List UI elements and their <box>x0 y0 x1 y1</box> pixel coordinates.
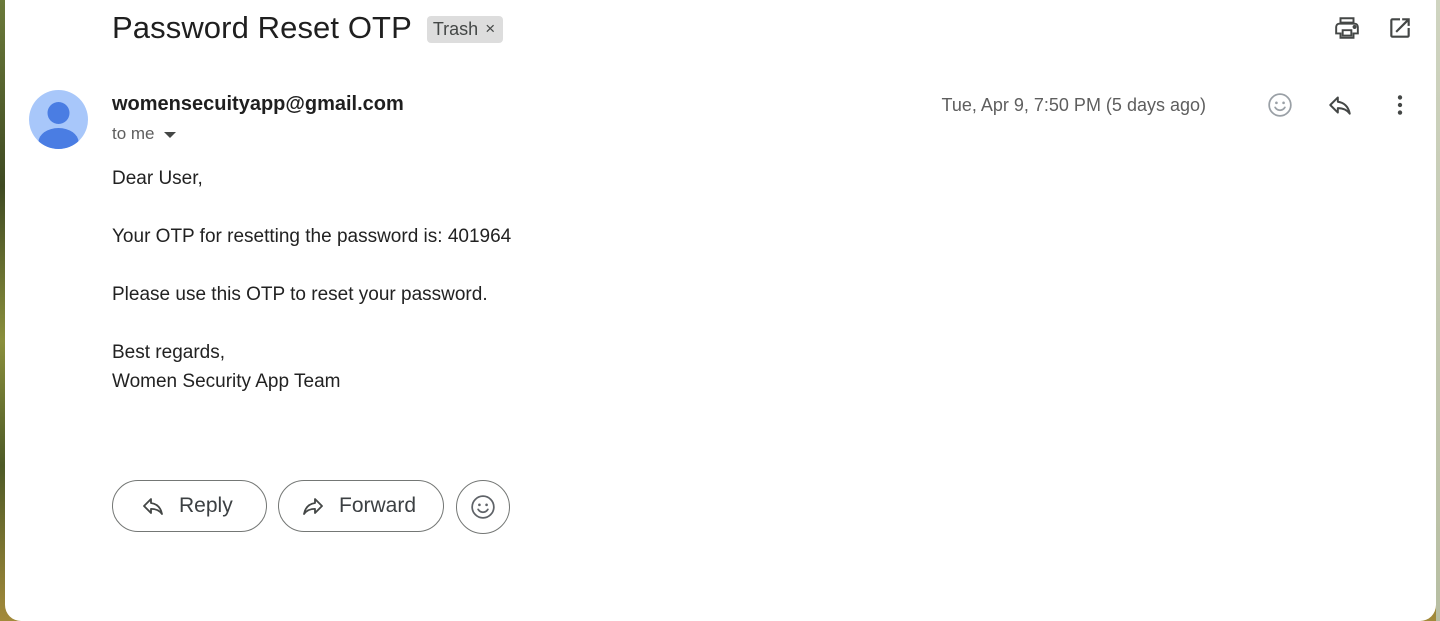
print-icon <box>1335 17 1359 39</box>
reply-header-button[interactable] <box>1325 90 1355 120</box>
emoji-reaction-button[interactable] <box>456 480 510 534</box>
reply-button-label: Reply <box>179 494 233 517</box>
chevron-down-icon <box>163 132 176 138</box>
recipient-label: to me <box>112 124 155 143</box>
email-date: Tue, Apr 9, 7:50 PM (5 days ago) <box>941 95 1206 115</box>
label-chip-trash[interactable]: Trash × <box>426 15 504 43</box>
more-vert-icon <box>1397 95 1403 115</box>
open-in-new-icon <box>1390 18 1410 38</box>
more-options-button[interactable] <box>1385 90 1415 120</box>
desktop-background-edge <box>1436 0 1440 621</box>
add-reaction-button[interactable] <box>1265 90 1295 120</box>
sender-email[interactable]: womensecuityapp@gmail.com <box>112 93 404 116</box>
default-avatar-icon <box>38 102 79 149</box>
open-in-new-window-button[interactable] <box>1384 12 1416 44</box>
label-chip-text: Trash <box>432 18 479 39</box>
reply-button[interactable]: Reply <box>112 480 267 532</box>
remove-label-icon[interactable]: × <box>485 19 495 39</box>
reply-icon <box>141 494 165 518</box>
email-body: Dear User, Your OTP for resetting the pa… <box>112 164 511 396</box>
emoji-icon <box>471 495 495 519</box>
forward-button-label: Forward <box>339 494 417 517</box>
body-otp-line: Your OTP for resetting the password is: … <box>112 226 512 247</box>
recipient-details-toggle[interactable]: to me <box>112 124 176 144</box>
reply-icon <box>1329 96 1351 115</box>
body-closing: Best regards, <box>112 342 225 363</box>
emoji-icon <box>1268 93 1292 117</box>
forward-button[interactable]: Forward <box>278 480 444 532</box>
body-greeting: Dear User, <box>112 168 203 189</box>
forward-icon <box>301 494 325 518</box>
body-signature: Women Security App Team <box>112 371 341 392</box>
print-button[interactable] <box>1331 12 1363 44</box>
subject-row: Password Reset OTP Trash × <box>112 8 504 48</box>
email-view: Password Reset OTP Trash × womensecuitya… <box>5 0 1436 621</box>
email-subject: Password Reset OTP <box>112 10 412 45</box>
body-instruction: Please use this OTP to reset your passwo… <box>112 284 488 305</box>
sender-avatar[interactable] <box>29 90 88 149</box>
